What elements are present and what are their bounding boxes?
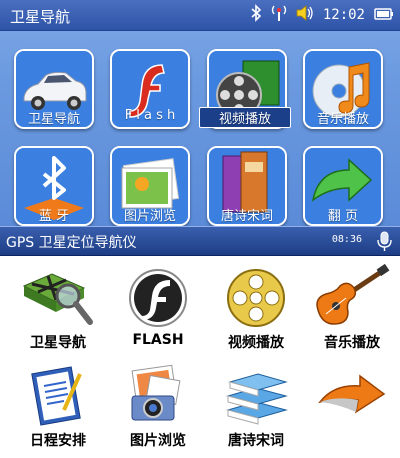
picture-camera-icon[interactable] — [118, 364, 198, 428]
main-menu-panel: 卫星导航 12:02 卫星导航 F l a s h 视频播放 音乐播放 蓝 牙 … — [0, 0, 400, 226]
video-reel-icon[interactable] — [216, 266, 296, 330]
window-title: 卫星导航 — [10, 8, 71, 26]
bottom-label-music: 音乐播放 — [324, 335, 380, 351]
label-pictures: 图片浏览 — [123, 209, 176, 224]
volume-icon[interactable] — [296, 5, 314, 25]
clock: 12:02 — [322, 7, 365, 23]
label-navigation: 卫星导航 — [27, 112, 80, 127]
title-bar: 卫星导航 12:02 — [0, 0, 400, 31]
schedule-clipboard-icon[interactable] — [18, 364, 98, 428]
page-turn-arrow-icon[interactable] — [312, 364, 392, 428]
status-area: 12:02 — [250, 4, 394, 26]
label-flash: F l a s h — [124, 108, 176, 123]
label-bluetooth: 蓝 牙 — [38, 209, 70, 224]
info-clock: 08:36 — [331, 234, 362, 245]
label-next-page: 翻 页 — [327, 209, 359, 224]
label-music: 音乐播放 — [316, 112, 369, 127]
bluetooth-status-icon — [250, 4, 262, 26]
bottom-label-flash: FLASH — [132, 332, 184, 348]
label-video: 视频播放 — [199, 107, 291, 128]
bottom-label-schedule: 日程安排 — [30, 433, 86, 449]
guitar-icon[interactable] — [312, 263, 392, 328]
bottom-label-navigation: 卫星导航 — [30, 335, 86, 351]
battery-icon — [374, 6, 394, 25]
bottom-label-pictures: 图片浏览 — [130, 433, 186, 449]
bottom-label-poetry: 唐诗宋词 — [228, 433, 284, 449]
books-stack-icon[interactable] — [216, 364, 296, 428]
info-bar: GPS 卫星定位导航仪 08:36 — [0, 226, 400, 256]
label-poetry: 唐诗宋词 — [220, 209, 273, 224]
signal-icon — [271, 4, 287, 26]
microphone-icon[interactable] — [374, 230, 394, 252]
info-title: GPS 卫星定位导航仪 — [6, 235, 137, 251]
map-navigation-icon[interactable] — [18, 266, 98, 330]
flash-player-icon[interactable] — [118, 266, 198, 330]
bottom-label-video: 视频播放 — [228, 335, 284, 351]
